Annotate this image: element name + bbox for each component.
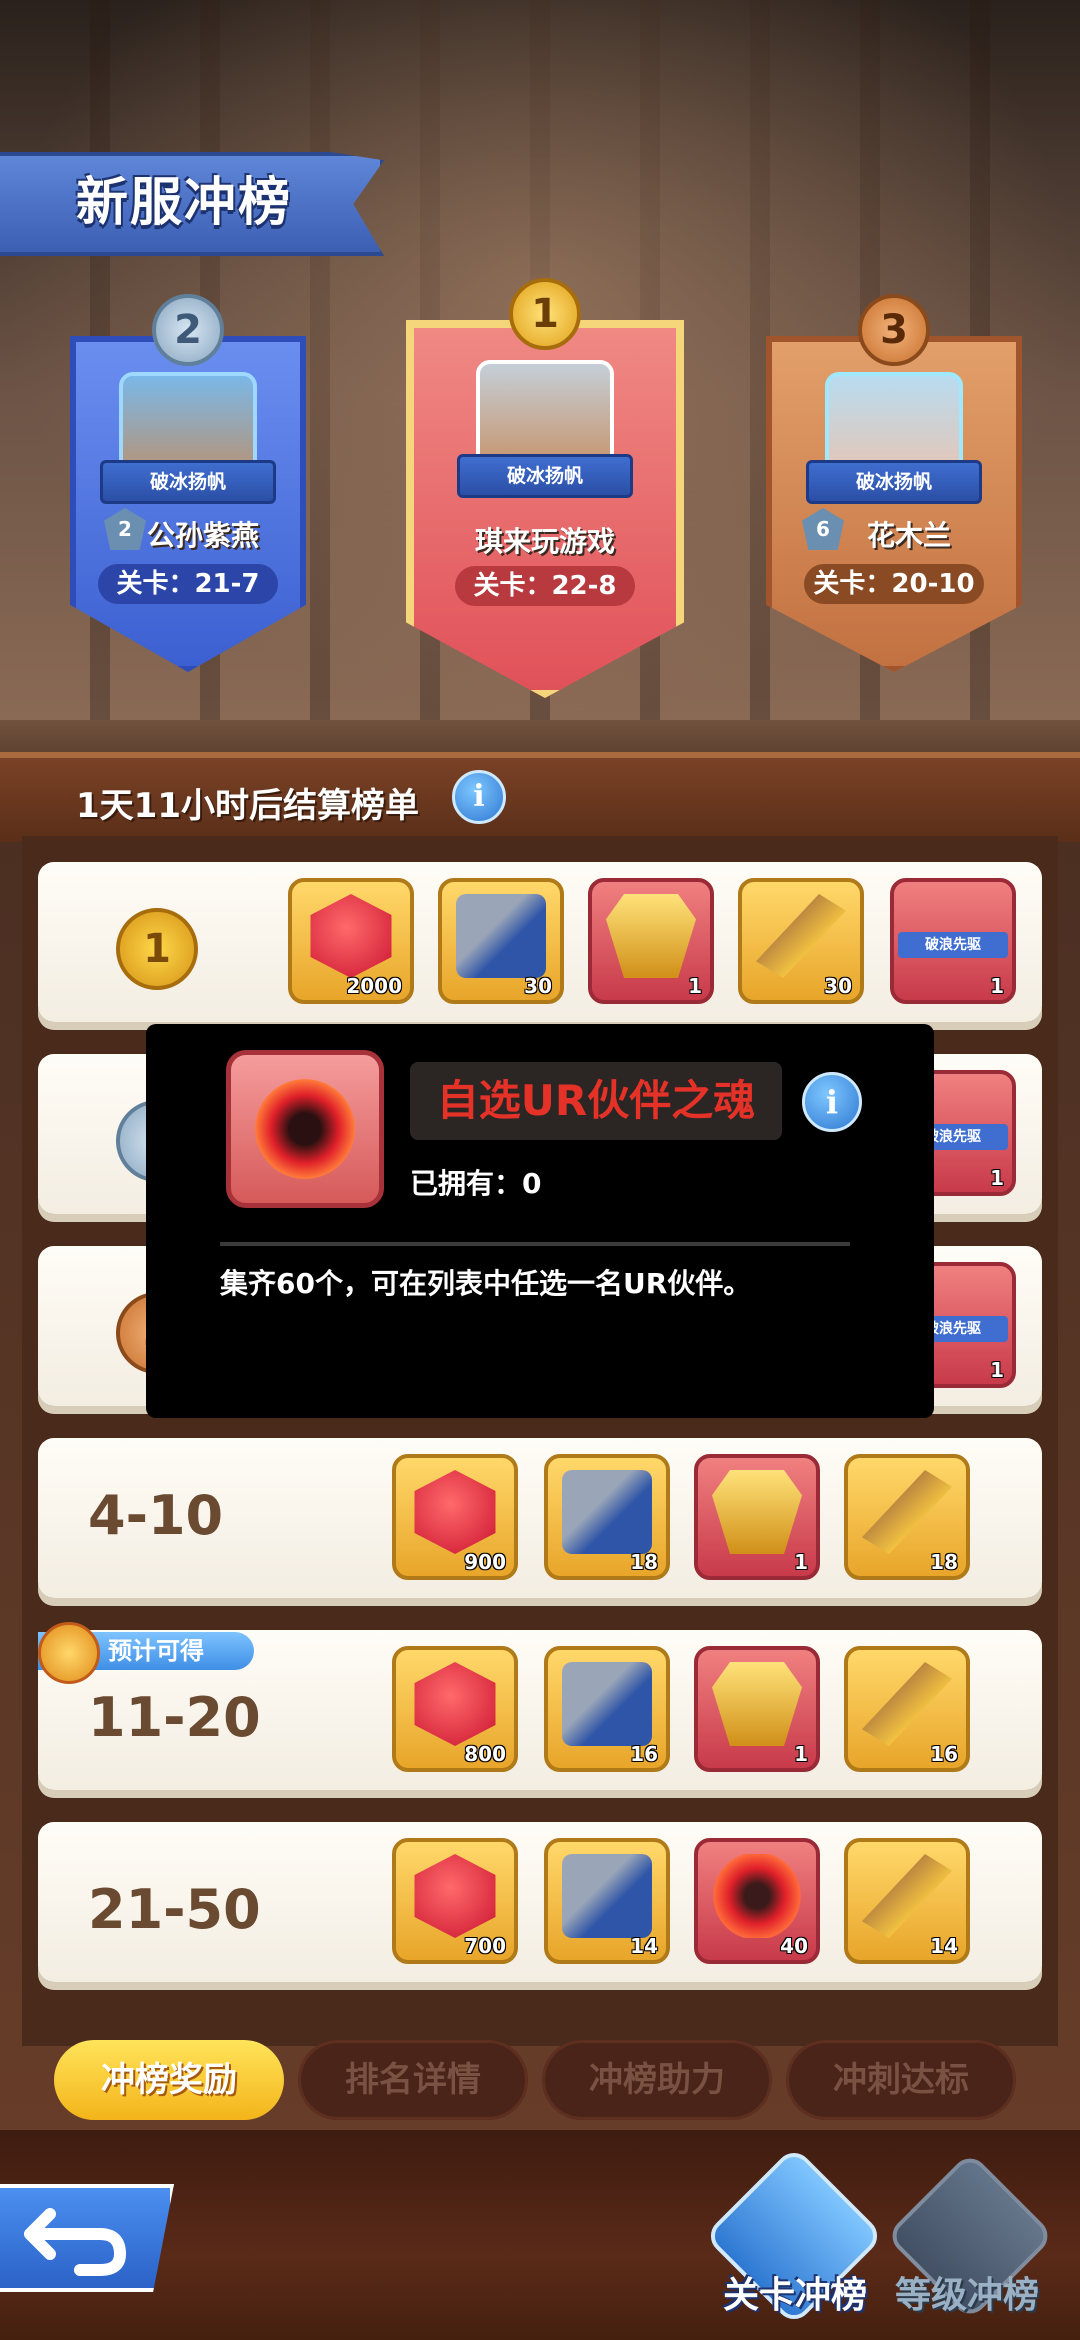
player-level: 关卡：21-7 (98, 564, 278, 604)
settlement-countdown: 1天11小时后结算榜单 (76, 786, 419, 826)
player-name: 花木兰 (866, 519, 951, 552)
golden-horn-icon[interactable]: 16 (844, 1646, 970, 1772)
red-gem-icon[interactable]: 2000 (288, 878, 414, 1004)
item-quantity: 2000 (346, 974, 402, 998)
nav-stage-rank[interactable]: 关卡冲榜 (720, 2266, 870, 2318)
tab-sprint-target[interactable]: 冲刺达标 (786, 2040, 1016, 2120)
reward-row-4-10: 4-10 900 18 1 18 (38, 1438, 1042, 1598)
item-quantity: 18 (930, 1550, 958, 1574)
owned-count: 已拥有：0 (410, 1167, 542, 1200)
player-level: 关卡：22-8 (455, 566, 635, 606)
tab-rank-rewards[interactable]: 冲榜奖励 (54, 2040, 284, 2120)
badge-banner: 破冰扬帆 (100, 460, 276, 504)
golden-badge-icon[interactable]: 1 (588, 878, 714, 1004)
divider (220, 1242, 850, 1246)
item-quantity: 1 (688, 974, 702, 998)
rank-range-label: 21-50 (88, 1878, 261, 1941)
golden-badge-icon[interactable]: 1 (694, 1646, 820, 1772)
player-name: 公孙紫燕 (146, 519, 259, 552)
ticket-scroll-icon[interactable]: 16 (544, 1646, 670, 1772)
item-quantity: 14 (630, 1934, 658, 1958)
banner-label: 破浪先驱 (898, 932, 1008, 958)
tab-rank-details[interactable]: 排名详情 (298, 2040, 528, 2120)
golden-horn-icon[interactable]: 30 (738, 878, 864, 1004)
title-banner-icon[interactable]: 破浪先驱 1 (890, 878, 1016, 1004)
title-ribbon: 新服冲榜 (0, 140, 420, 260)
tab-rank-boost[interactable]: 冲榜助力 (542, 2040, 772, 2120)
page-title: 新服冲榜 (76, 173, 293, 233)
golden-horn-icon[interactable]: 18 (844, 1454, 970, 1580)
rank-range-label: 4-10 (88, 1484, 224, 1547)
item-quantity: 18 (630, 1550, 658, 1574)
item-quantity: 800 (464, 1742, 506, 1766)
badge-banner: 破冰扬帆 (457, 454, 633, 498)
ticket-scroll-icon[interactable]: 18 (544, 1454, 670, 1580)
skull-soul-icon[interactable]: 40 (694, 1838, 820, 1964)
player-name: 琪来玩游戏 (474, 525, 615, 558)
item-quantity: 1 (990, 974, 1004, 998)
reward-row-21-50: 21-50 700 14 40 14 (38, 1822, 1042, 1982)
red-gem-icon[interactable]: 800 (392, 1646, 518, 1772)
star-icon (38, 1622, 100, 1684)
rank-medal-1: 1 (116, 908, 198, 990)
back-arrow-icon (24, 2208, 126, 2276)
rank-medal-3: 3 (858, 294, 930, 366)
ticket-scroll-icon[interactable]: 30 (438, 878, 564, 1004)
item-quantity: 16 (630, 1742, 658, 1766)
red-gem-icon[interactable]: 900 (392, 1454, 518, 1580)
item-quantity: 30 (824, 974, 852, 998)
podium-card-rank-2[interactable]: 2 破冰扬帆 2 公孙紫燕 关卡：21-7 (70, 294, 306, 672)
item-quantity: 700 (464, 1934, 506, 1958)
settlement-bar: 1天11小时后结算榜单 i (0, 752, 1080, 842)
rank-medal-1: 1 (509, 278, 581, 350)
player-level: 关卡：20-10 (804, 564, 984, 604)
item-quantity: 1 (794, 1742, 808, 1766)
rank-medal-2: 2 (152, 294, 224, 366)
podium-card-rank-1[interactable]: 1 破冰扬帆 琪来玩游戏 关卡：22-8 (406, 278, 684, 698)
info-icon[interactable]: i (452, 770, 506, 824)
item-quantity: 900 (464, 1550, 506, 1574)
item-quantity: 14 (930, 1934, 958, 1958)
item-quantity: 16 (930, 1742, 958, 1766)
info-icon[interactable]: i (802, 1072, 862, 1132)
skull-soul-icon (226, 1050, 384, 1208)
reward-row-rank-1: 1 2000 30 1 30 破浪先驱 1 (38, 862, 1042, 1022)
item-quantity: 1 (794, 1550, 808, 1574)
back-button[interactable] (0, 2184, 174, 2292)
ticket-scroll-icon[interactable]: 14 (544, 1838, 670, 1964)
golden-badge-icon[interactable]: 1 (694, 1454, 820, 1580)
item-quantity: 1 (990, 1166, 1004, 1190)
golden-horn-icon[interactable]: 14 (844, 1838, 970, 1964)
badge-banner: 破冰扬帆 (806, 460, 982, 504)
item-tooltip-popup: 自选UR伙伴之魂 i 已拥有：0 集齐60个，可在列表中任选一名UR伙伴。 (146, 1024, 934, 1418)
red-gem-icon[interactable]: 700 (392, 1838, 518, 1964)
popup-title: 自选UR伙伴之魂 (410, 1062, 782, 1140)
item-quantity: 1 (990, 1358, 1004, 1382)
item-quantity: 40 (780, 1934, 808, 1958)
item-quantity: 30 (524, 974, 552, 998)
nav-level-rank[interactable]: 等级冲榜 (892, 2266, 1042, 2318)
podium-card-rank-3[interactable]: 3 破冰扬帆 6 花木兰 关卡：20-10 (766, 294, 1022, 672)
rank-range-label: 11-20 (88, 1686, 261, 1749)
popup-description: 集齐60个，可在列表中任选一名UR伙伴。 (220, 1267, 752, 1300)
